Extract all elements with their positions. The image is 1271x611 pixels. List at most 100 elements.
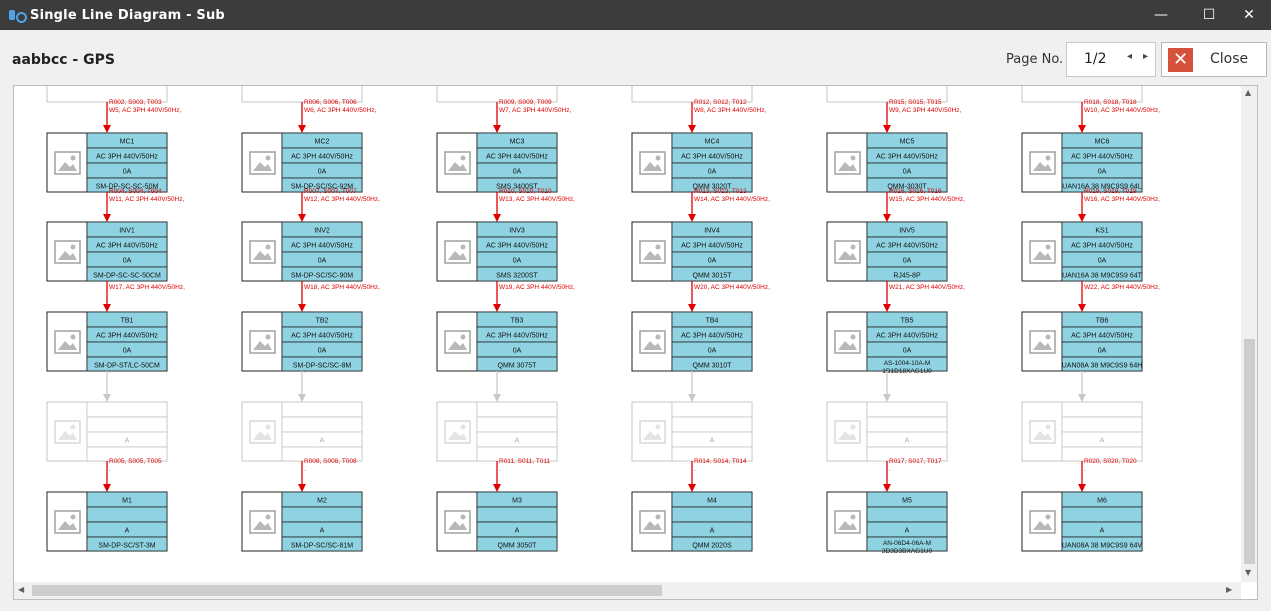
device-cell bbox=[281, 401, 363, 418]
link-label: W9, AC 3PH 440V/50Hz, bbox=[889, 107, 961, 114]
vertical-scrollbar[interactable]: ▲ ▼ bbox=[1241, 86, 1257, 582]
connector-arrow-icon bbox=[493, 394, 501, 402]
link-label: . bbox=[499, 368, 501, 375]
device-name: TB5 bbox=[901, 318, 914, 325]
page-number-field[interactable]: 1/2 ◂ ▸ bbox=[1066, 42, 1156, 77]
image-placeholder-sun bbox=[460, 334, 466, 340]
device-name: INV3 bbox=[509, 228, 525, 235]
minimize-button[interactable]: — bbox=[1138, 0, 1184, 30]
device-cell-text: AC 3PH 440V/50Hz bbox=[876, 333, 938, 340]
device-name: KS1 bbox=[1095, 228, 1108, 235]
device-cell-text: A bbox=[905, 528, 910, 535]
device-cell bbox=[1061, 401, 1143, 418]
close-button[interactable]: ✕ Close bbox=[1161, 42, 1267, 77]
scroll-left-icon[interactable]: ◀ bbox=[18, 585, 24, 594]
scroll-down-icon[interactable]: ▼ bbox=[1245, 568, 1251, 577]
device-name: M5 bbox=[902, 498, 912, 505]
device-cell-text: RJ45-8P bbox=[893, 273, 921, 280]
connector-arrow-icon bbox=[883, 484, 891, 492]
link-label: R020, S020, T020 bbox=[1084, 458, 1137, 465]
device-cell-text: AC 3PH 440V/50Hz bbox=[96, 333, 158, 340]
link-label: W20, AC 3PH 440V/50Hz, bbox=[694, 284, 770, 291]
image-placeholder-sun bbox=[850, 244, 856, 250]
single-line-diagram: R002, S003, T003W5, AC 3PH 440V/50Hz, MC1… bbox=[46, 86, 1160, 555]
image-placeholder-sun bbox=[70, 424, 76, 430]
scroll-right-icon[interactable]: ▶ bbox=[1226, 585, 1232, 594]
device-cell-text: SM-DP-SC/SC-8M bbox=[293, 363, 352, 370]
link-label: . bbox=[889, 466, 891, 473]
link-label: . bbox=[1084, 466, 1086, 473]
device-cell-text: QMM 3050T bbox=[498, 543, 538, 550]
device-cell bbox=[281, 416, 363, 433]
device-cell-text: A bbox=[905, 438, 910, 445]
device-cell-text: AC 3PH 440V/50Hz bbox=[96, 154, 158, 161]
device-cell-text: 0A bbox=[123, 169, 132, 176]
device-cell-text: SM-DP-SC/SC-81M bbox=[291, 543, 353, 550]
horizontal-scrollbar[interactable]: ◀ ▶ bbox=[14, 582, 1241, 599]
image-placeholder-sun bbox=[850, 334, 856, 340]
app-icon bbox=[8, 7, 27, 23]
image-placeholder-sun bbox=[850, 155, 856, 161]
image-placeholder-sun bbox=[265, 514, 271, 520]
image-placeholder-sun bbox=[460, 514, 466, 520]
image-placeholder-sun bbox=[1045, 155, 1051, 161]
link-label: R007, S007, T007 bbox=[304, 188, 357, 195]
device-cell-text: 0A bbox=[708, 348, 717, 355]
page-number-value: 1/2 bbox=[1084, 51, 1107, 67]
image-placeholder-sun bbox=[70, 244, 76, 250]
connector-arrow-icon bbox=[493, 214, 501, 222]
image-placeholder-sun bbox=[70, 514, 76, 520]
device-cell bbox=[1061, 506, 1143, 523]
link-label: W8, AC 3PH 440V/50Hz, bbox=[694, 107, 766, 114]
link-label: R004, S004, T004 bbox=[109, 188, 162, 195]
device-cell-text: 0A bbox=[513, 258, 522, 265]
image-placeholder-sun bbox=[70, 334, 76, 340]
device-cell-text: 0A bbox=[123, 348, 132, 355]
connector-arrow-icon bbox=[1078, 125, 1086, 133]
device-name: TB2 bbox=[316, 318, 329, 325]
device-cell-text: AC 3PH 440V/50Hz bbox=[486, 154, 548, 161]
connector-arrow-icon bbox=[103, 394, 111, 402]
device-name: TB4 bbox=[706, 318, 719, 325]
device-name: M4 bbox=[707, 498, 717, 505]
device-cell-text: A bbox=[320, 528, 325, 535]
page-prev-icon[interactable]: ◂ bbox=[1127, 51, 1132, 62]
link-label: R005, S005, T005 bbox=[109, 458, 162, 465]
device-cell-text: AS-1004-10A-M bbox=[884, 360, 931, 367]
image-placeholder-sun bbox=[850, 514, 856, 520]
link-label: . bbox=[109, 466, 111, 473]
scroll-up-icon[interactable]: ▲ bbox=[1245, 88, 1251, 97]
link-label: R014, S014, T014 bbox=[694, 458, 747, 465]
link-label: W12, AC 3PH 440V/50Hz, bbox=[304, 196, 380, 203]
image-placeholder-sun bbox=[655, 155, 661, 161]
device-cell-text: 0A bbox=[1098, 169, 1107, 176]
image-placeholder-sun bbox=[1045, 244, 1051, 250]
connector-arrow-icon bbox=[1078, 214, 1086, 222]
device-cell-text: UAN08A 38 M9C9S9 64V bbox=[1062, 543, 1142, 550]
image-placeholder-sun bbox=[265, 155, 271, 161]
device-cell-text: A bbox=[515, 438, 520, 445]
horizontal-scroll-thumb[interactable] bbox=[32, 585, 662, 596]
device-cell-text: UAN16A 38 M9C9S9 64T bbox=[1062, 273, 1142, 280]
connector-arrow-icon bbox=[1078, 484, 1086, 492]
connector-arrow-icon bbox=[688, 125, 696, 133]
diagram-viewport[interactable]: R002, S003, T003 W5, AC 3PH 440V/50Hz, MC1… bbox=[13, 85, 1258, 600]
device-cell-text: 0A bbox=[123, 258, 132, 265]
connector-arrow-icon bbox=[883, 214, 891, 222]
image-placeholder-sun bbox=[1045, 334, 1051, 340]
device-cell-text: A bbox=[1100, 438, 1105, 445]
page-title: aabbcc - GPS bbox=[12, 52, 115, 68]
device-cell bbox=[671, 416, 753, 433]
vertical-scroll-thumb[interactable] bbox=[1244, 339, 1255, 564]
device-name: M1 bbox=[122, 498, 132, 505]
window-close-button[interactable]: ✕ bbox=[1226, 0, 1271, 30]
link-label: W22, AC 3PH 440V/50Hz, bbox=[1084, 284, 1160, 291]
connector-arrow-icon bbox=[103, 484, 111, 492]
device-cell-text: QMM 3015T bbox=[693, 273, 733, 280]
device-cell-text: AC 3PH 440V/50Hz bbox=[1071, 243, 1133, 250]
device-name: MC5 bbox=[900, 139, 915, 146]
image-placeholder-sun bbox=[460, 155, 466, 161]
link-label: W5, AC 3PH 440V/50Hz, bbox=[109, 107, 181, 114]
device-cell-text: A bbox=[320, 438, 325, 445]
page-next-icon[interactable]: ▸ bbox=[1143, 51, 1148, 62]
